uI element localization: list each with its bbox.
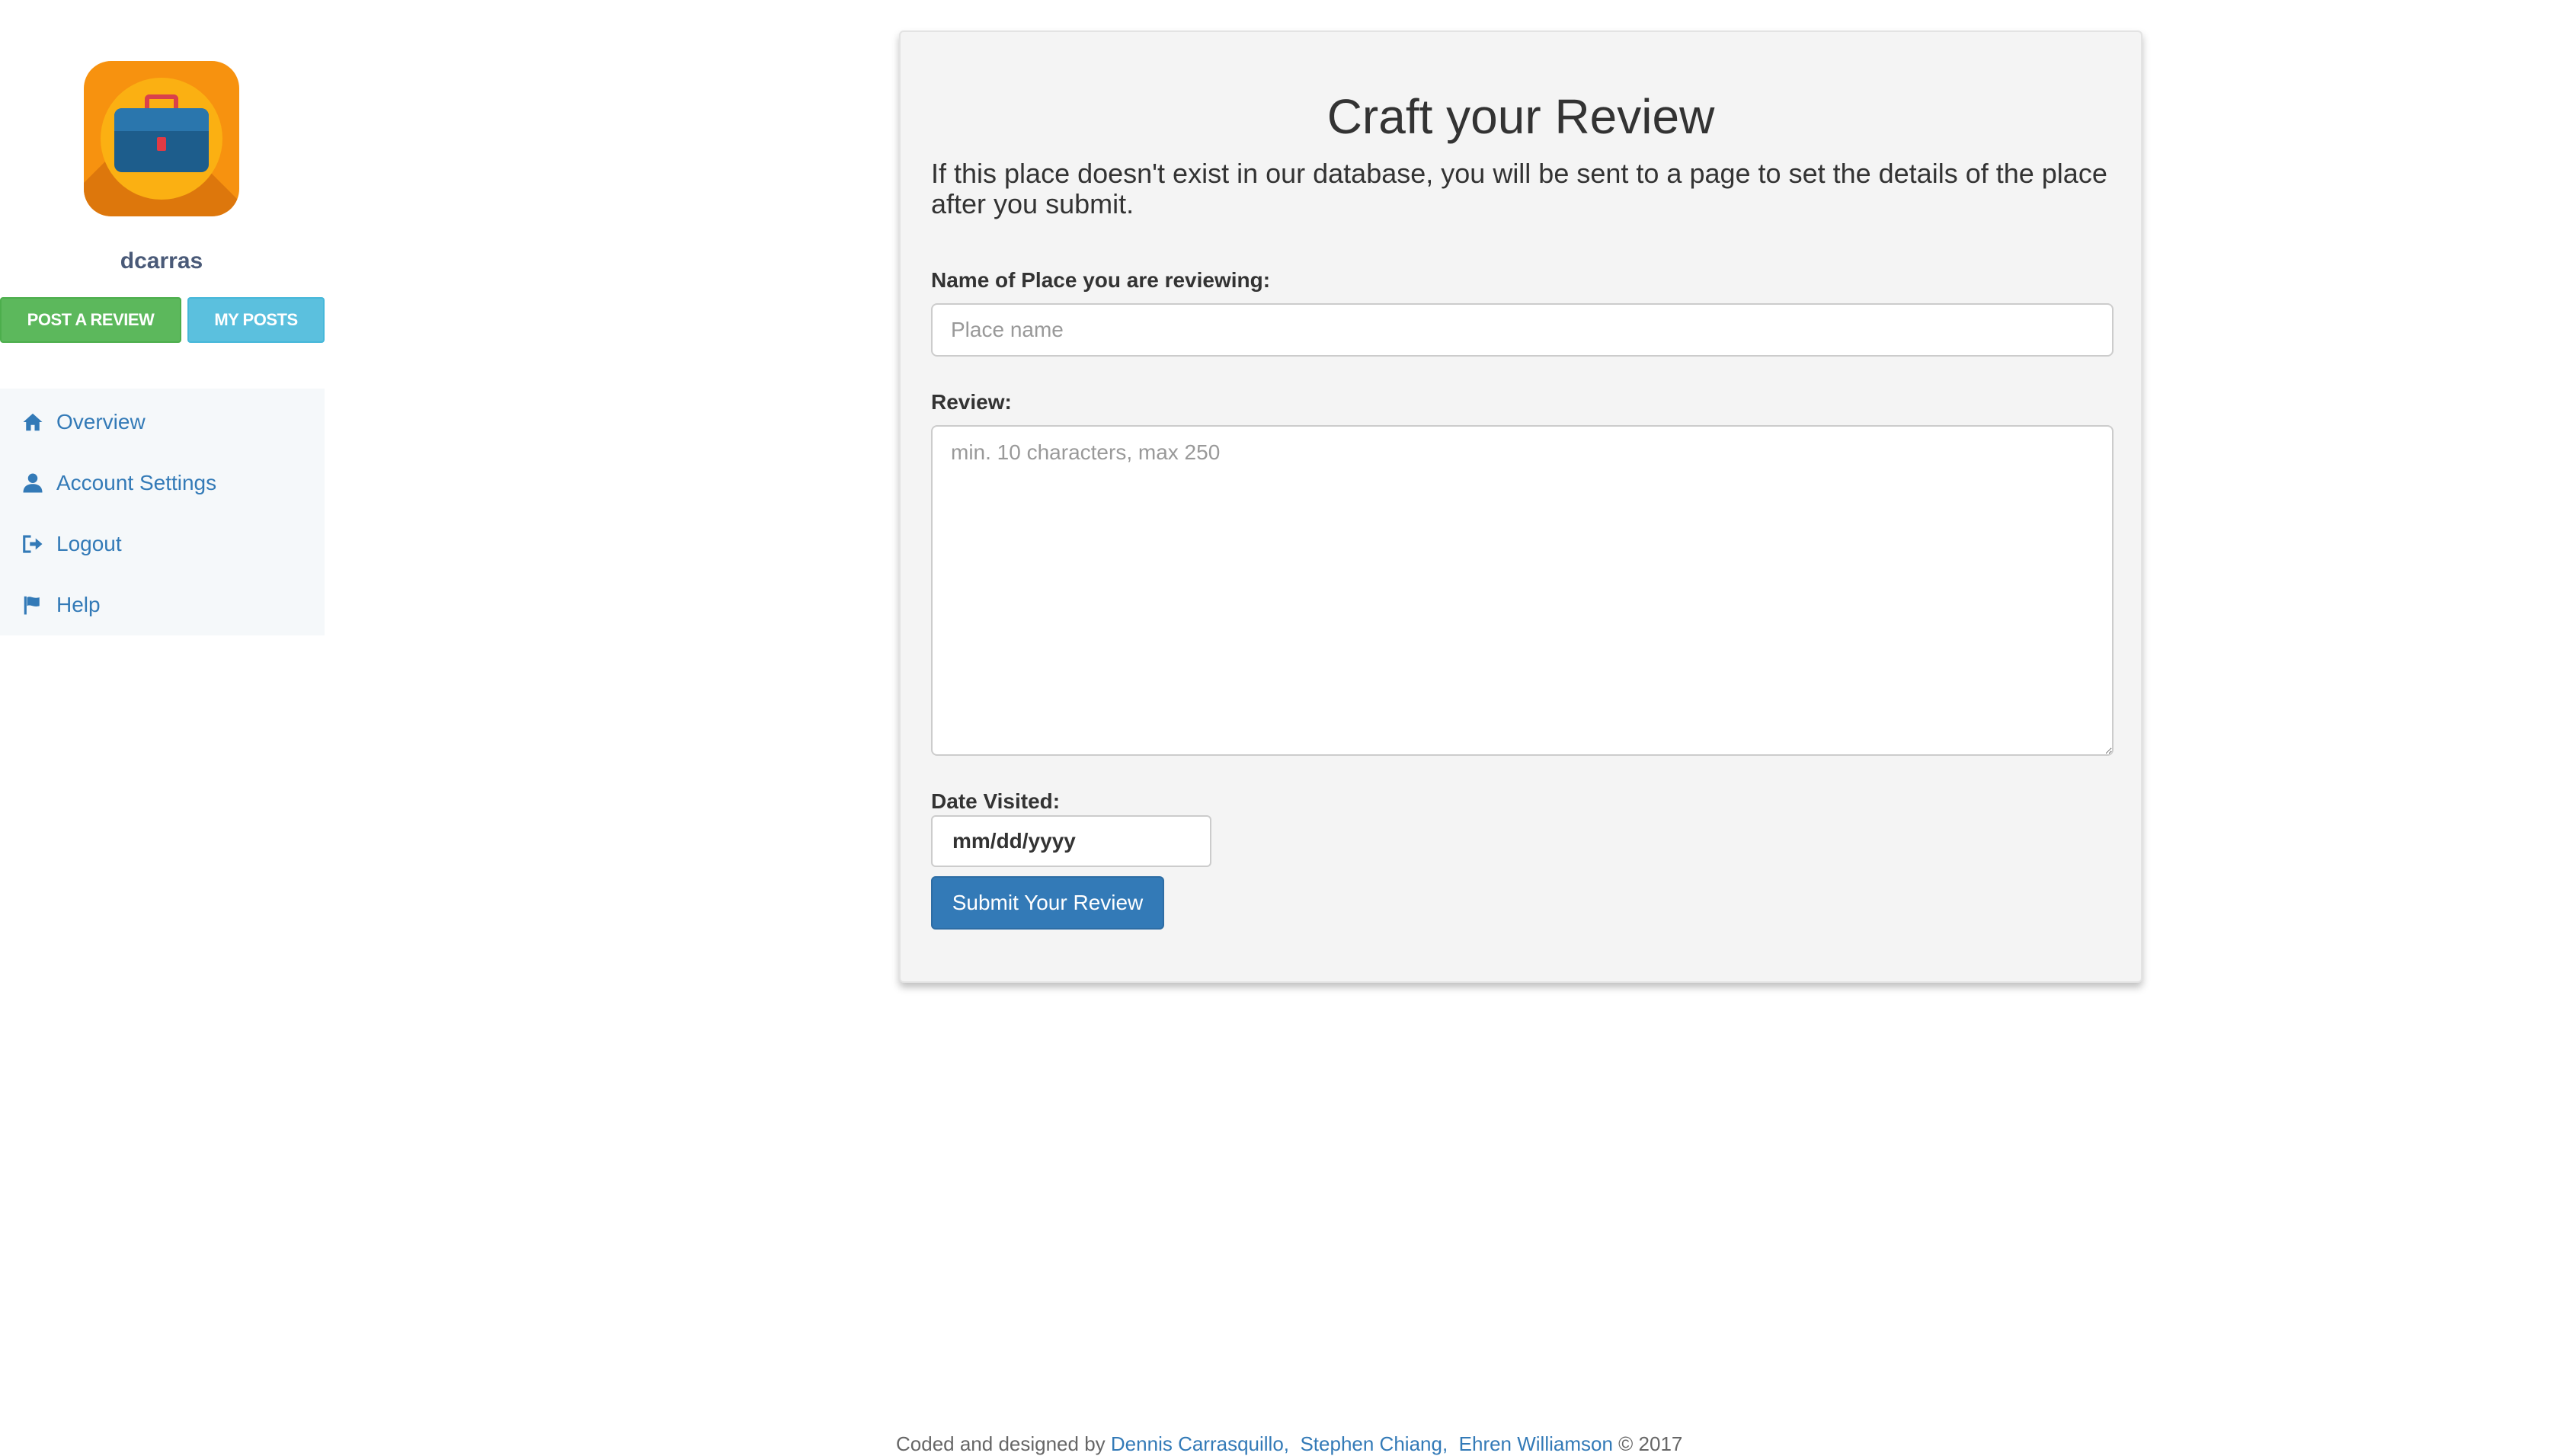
username: dcarras <box>120 248 203 274</box>
briefcase-avatar-icon <box>84 61 239 216</box>
form-description: If this place doesn't exist in our datab… <box>931 158 2107 219</box>
footer: Coded and designed by Dennis Carrasquill… <box>896 1432 1682 1456</box>
flag-icon <box>24 596 40 615</box>
submit-review-button[interactable]: Submit Your Review <box>931 876 1164 930</box>
sidebar-item-label: Logout <box>56 532 122 555</box>
sidebar-item-label: Account Settings <box>56 471 217 494</box>
sidebar-item-account-settings[interactable]: Account Settings <box>21 468 216 498</box>
user-icon <box>23 473 43 493</box>
my-posts-button[interactable]: MY POSTS <box>187 297 325 343</box>
sidebar-item-help[interactable]: Help <box>21 590 101 620</box>
sidebar-item-label: Overview <box>56 410 146 434</box>
review-label: Review: <box>931 390 1012 414</box>
home-icon <box>23 413 43 431</box>
date-visited-input[interactable] <box>931 815 1211 867</box>
review-textarea[interactable] <box>931 425 2114 756</box>
page-title: Craft your Review <box>1326 89 1715 144</box>
sidebar-item-overview[interactable]: Overview <box>21 407 146 437</box>
logout-icon <box>23 535 43 553</box>
post-review-button[interactable]: POST A REVIEW <box>0 297 181 343</box>
date-visited-label: Date Visited: <box>931 789 1061 813</box>
review-form-card: Craft your Review If this place doesn't … <box>899 30 2142 983</box>
place-name-input[interactable] <box>931 303 2114 357</box>
sidebar-item-label: Help <box>56 593 101 616</box>
place-name-label: Name of Place you are reviewing: <box>931 268 1271 292</box>
sidebar-nav: Overview Account Settings Logout Help <box>0 389 325 635</box>
sidebar-item-logout[interactable]: Logout <box>21 529 122 559</box>
